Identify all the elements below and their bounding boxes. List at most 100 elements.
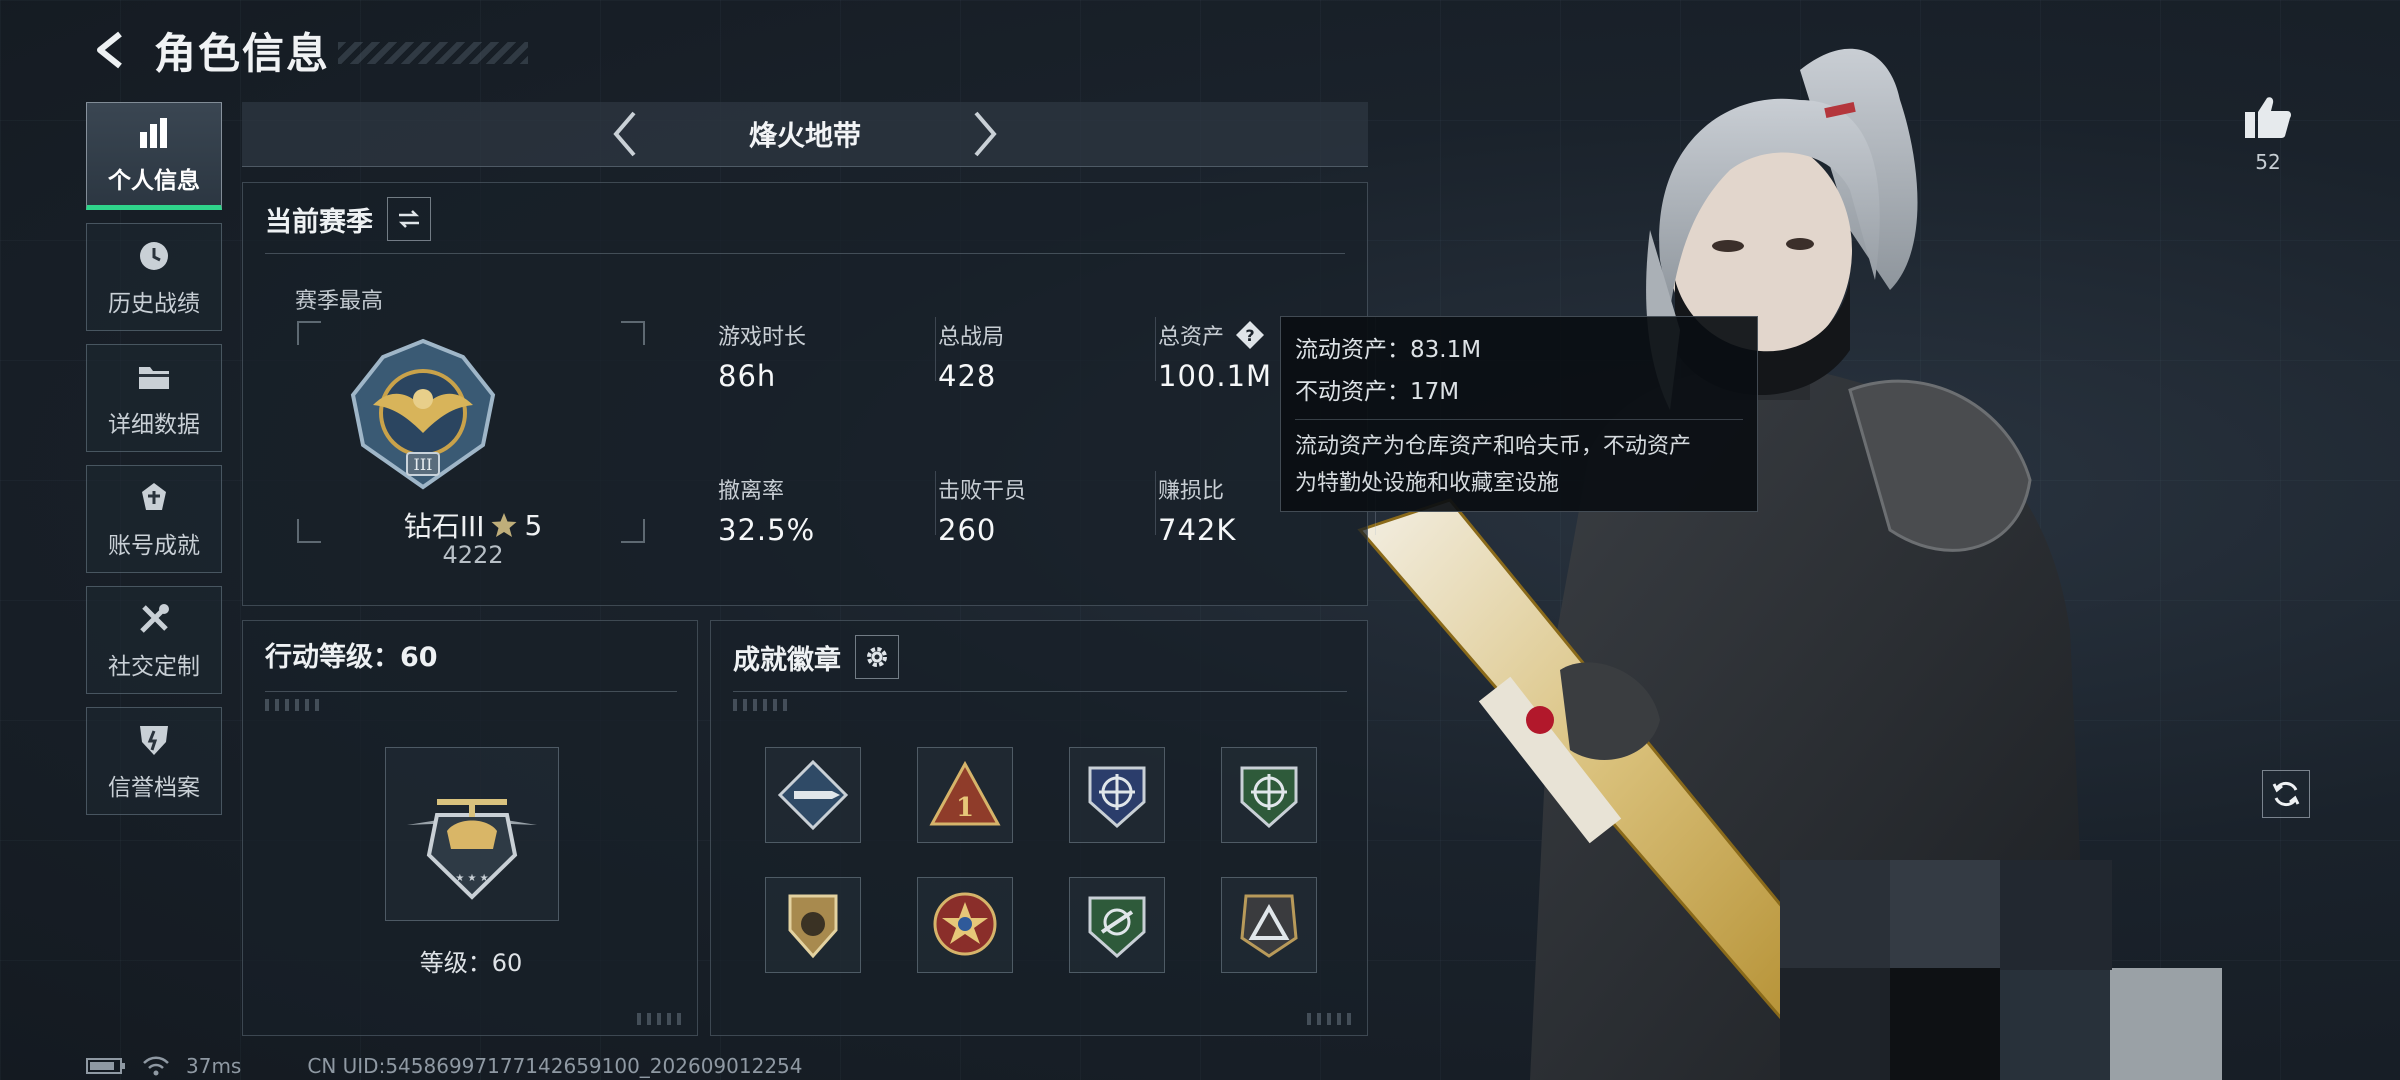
- battery-icon: [86, 1058, 125, 1074]
- badge-settings-button[interactable]: [855, 635, 899, 679]
- sidebar-item-credit-file[interactable]: 信誉档案: [86, 707, 222, 815]
- blue-crosshair-badge-icon: [1088, 766, 1146, 829]
- badge-slot[interactable]: [765, 747, 861, 843]
- player-uid: CN UID:54586997177142659100_202609012254: [307, 1054, 803, 1078]
- mode-switcher: 烽火地带: [242, 102, 1368, 167]
- sidebar-item-history[interactable]: 历史战绩: [86, 223, 222, 331]
- rank-one-badge-icon: 1: [929, 760, 1001, 826]
- status-bar: 37ms CN UID:54586997177142659100_2026090…: [86, 1054, 803, 1078]
- swap-icon: [398, 210, 420, 228]
- level-badge[interactable]: ★ ★ ★: [385, 747, 559, 921]
- green-crosshair-badge-icon: [1240, 766, 1298, 829]
- rank-score: 4222: [442, 541, 504, 569]
- decoration: [637, 1013, 683, 1025]
- decoration: [1307, 1013, 1353, 1025]
- divider: [1155, 317, 1156, 381]
- sidebar-item-label: 详细数据: [108, 412, 200, 438]
- like-button[interactable]: 52: [2236, 94, 2300, 174]
- season-switch-button[interactable]: [387, 197, 431, 241]
- sidebar-item-label: 账号成就: [108, 533, 200, 559]
- badge-slot[interactable]: [1069, 747, 1165, 843]
- badge-slot[interactable]: [917, 877, 1013, 973]
- rotate-model-button[interactable]: [2262, 770, 2310, 818]
- thumbs-up-icon: [2245, 97, 2291, 138]
- mode-prev-button[interactable]: [595, 104, 655, 164]
- sidebar-item-label: 信誉档案: [108, 775, 200, 801]
- frame-corner: [297, 519, 321, 543]
- star-medal-badge-icon: [933, 892, 997, 956]
- sidebar-item-label: 社交定制: [108, 654, 200, 680]
- stat-label: 撤离率: [718, 479, 785, 504]
- back-arrow-icon: [97, 31, 122, 69]
- helicopter-badge-icon: ★ ★ ★: [407, 799, 537, 900]
- page-title: 角色信息: [154, 28, 331, 78]
- assets-tooltip: 流动资产：83.1M 不动资产：17M 流动资产为仓库资产和哈夫币，不动资产 为…: [1280, 316, 1758, 512]
- like-count: 52: [2255, 150, 2281, 174]
- badge-slot[interactable]: [1069, 877, 1165, 973]
- triangle-badge-icon: [1240, 894, 1298, 958]
- sidebar-item-personal-info[interactable]: 个人信息: [86, 102, 222, 210]
- sidebar-item-label: 个人信息: [108, 168, 200, 194]
- sidebar-item-social-custom[interactable]: 社交定制: [86, 586, 222, 694]
- mosaic-block: [1780, 860, 1900, 970]
- rank-name-row: 钻石III 5: [323, 505, 623, 545]
- history-icon: [134, 236, 174, 276]
- stat-label: 击败干员: [938, 479, 1027, 504]
- stat-extract-rate: 撤离率 32.5%: [718, 473, 918, 547]
- mosaic-block: [1780, 968, 1890, 1080]
- divider: [733, 691, 1347, 692]
- season-best-label: 赛季最高: [295, 289, 384, 314]
- gear-icon: [867, 647, 887, 667]
- stat-label: 总资产: [1158, 325, 1225, 350]
- frame-corner: [621, 321, 645, 345]
- divider: [265, 253, 1345, 254]
- tooltip-liquid-assets: 流动资产：83.1M: [1295, 337, 1482, 363]
- divider: [935, 317, 936, 381]
- season-header: 当前赛季: [265, 197, 431, 241]
- svg-text:III: III: [414, 455, 433, 474]
- tooltip-description: 流动资产为仓库资产和哈夫币，不动资产: [1295, 434, 1692, 459]
- help-icon[interactable]: ?: [1234, 319, 1266, 351]
- sidebar-item-detailed-data[interactable]: 详细数据: [86, 344, 222, 452]
- badge-slot[interactable]: [765, 877, 861, 973]
- green-shield-badge-icon: [1088, 896, 1146, 959]
- mode-next-button[interactable]: [955, 104, 1015, 164]
- tooltip-description: 为特勤处设施和收藏室设施: [1295, 471, 1560, 496]
- wifi-icon: [143, 1056, 169, 1076]
- sidebar-item-achievements[interactable]: 账号成就: [86, 465, 222, 573]
- svg-text:1: 1: [956, 793, 974, 823]
- ping-value: 37ms: [186, 1054, 242, 1078]
- stat-value: 260: [938, 513, 997, 547]
- badge-slot[interactable]: 1: [917, 747, 1013, 843]
- refresh-icon: [2272, 781, 2300, 807]
- stat-total-matches: 总战局 428: [938, 319, 1138, 393]
- badge-slot[interactable]: [1221, 747, 1317, 843]
- page-header: 角色信息: [86, 20, 529, 80]
- stat-value: 86h: [718, 359, 777, 393]
- svg-text:★ ★ ★: ★ ★ ★: [455, 873, 488, 884]
- rank-stars: 5: [524, 508, 543, 542]
- tooltip-fixed-assets: 不动资产：17M: [1295, 379, 1460, 405]
- chevron-left-icon: [613, 111, 636, 157]
- chevron-right-icon: [974, 111, 997, 157]
- frame-corner: [297, 321, 321, 345]
- tools-icon: [134, 599, 174, 639]
- badge-slot[interactable]: [1221, 877, 1317, 973]
- stat-label: 游戏时长: [718, 325, 807, 350]
- svg-text:?: ?: [1245, 326, 1254, 345]
- divider: [1295, 419, 1743, 420]
- mosaic-block: [2000, 860, 2112, 970]
- mosaic-block: [2000, 968, 2112, 1080]
- mosaic-block: [2110, 968, 2222, 1080]
- star-icon: [491, 513, 517, 537]
- stat-play-time: 游戏时长 86h: [718, 319, 918, 393]
- missile-badge-icon: [777, 759, 849, 831]
- mosaic-block: [1890, 968, 2000, 1080]
- back-button[interactable]: [86, 24, 138, 76]
- level-caption: 等级：60: [419, 949, 523, 977]
- level-title: 行动等级：60: [265, 642, 438, 673]
- divider: [265, 691, 677, 692]
- level-panel: 行动等级：60 ★ ★ ★ 等级：60: [242, 620, 698, 1036]
- mode-name: 烽火地带: [748, 119, 861, 152]
- bar-chart-icon: [134, 113, 174, 153]
